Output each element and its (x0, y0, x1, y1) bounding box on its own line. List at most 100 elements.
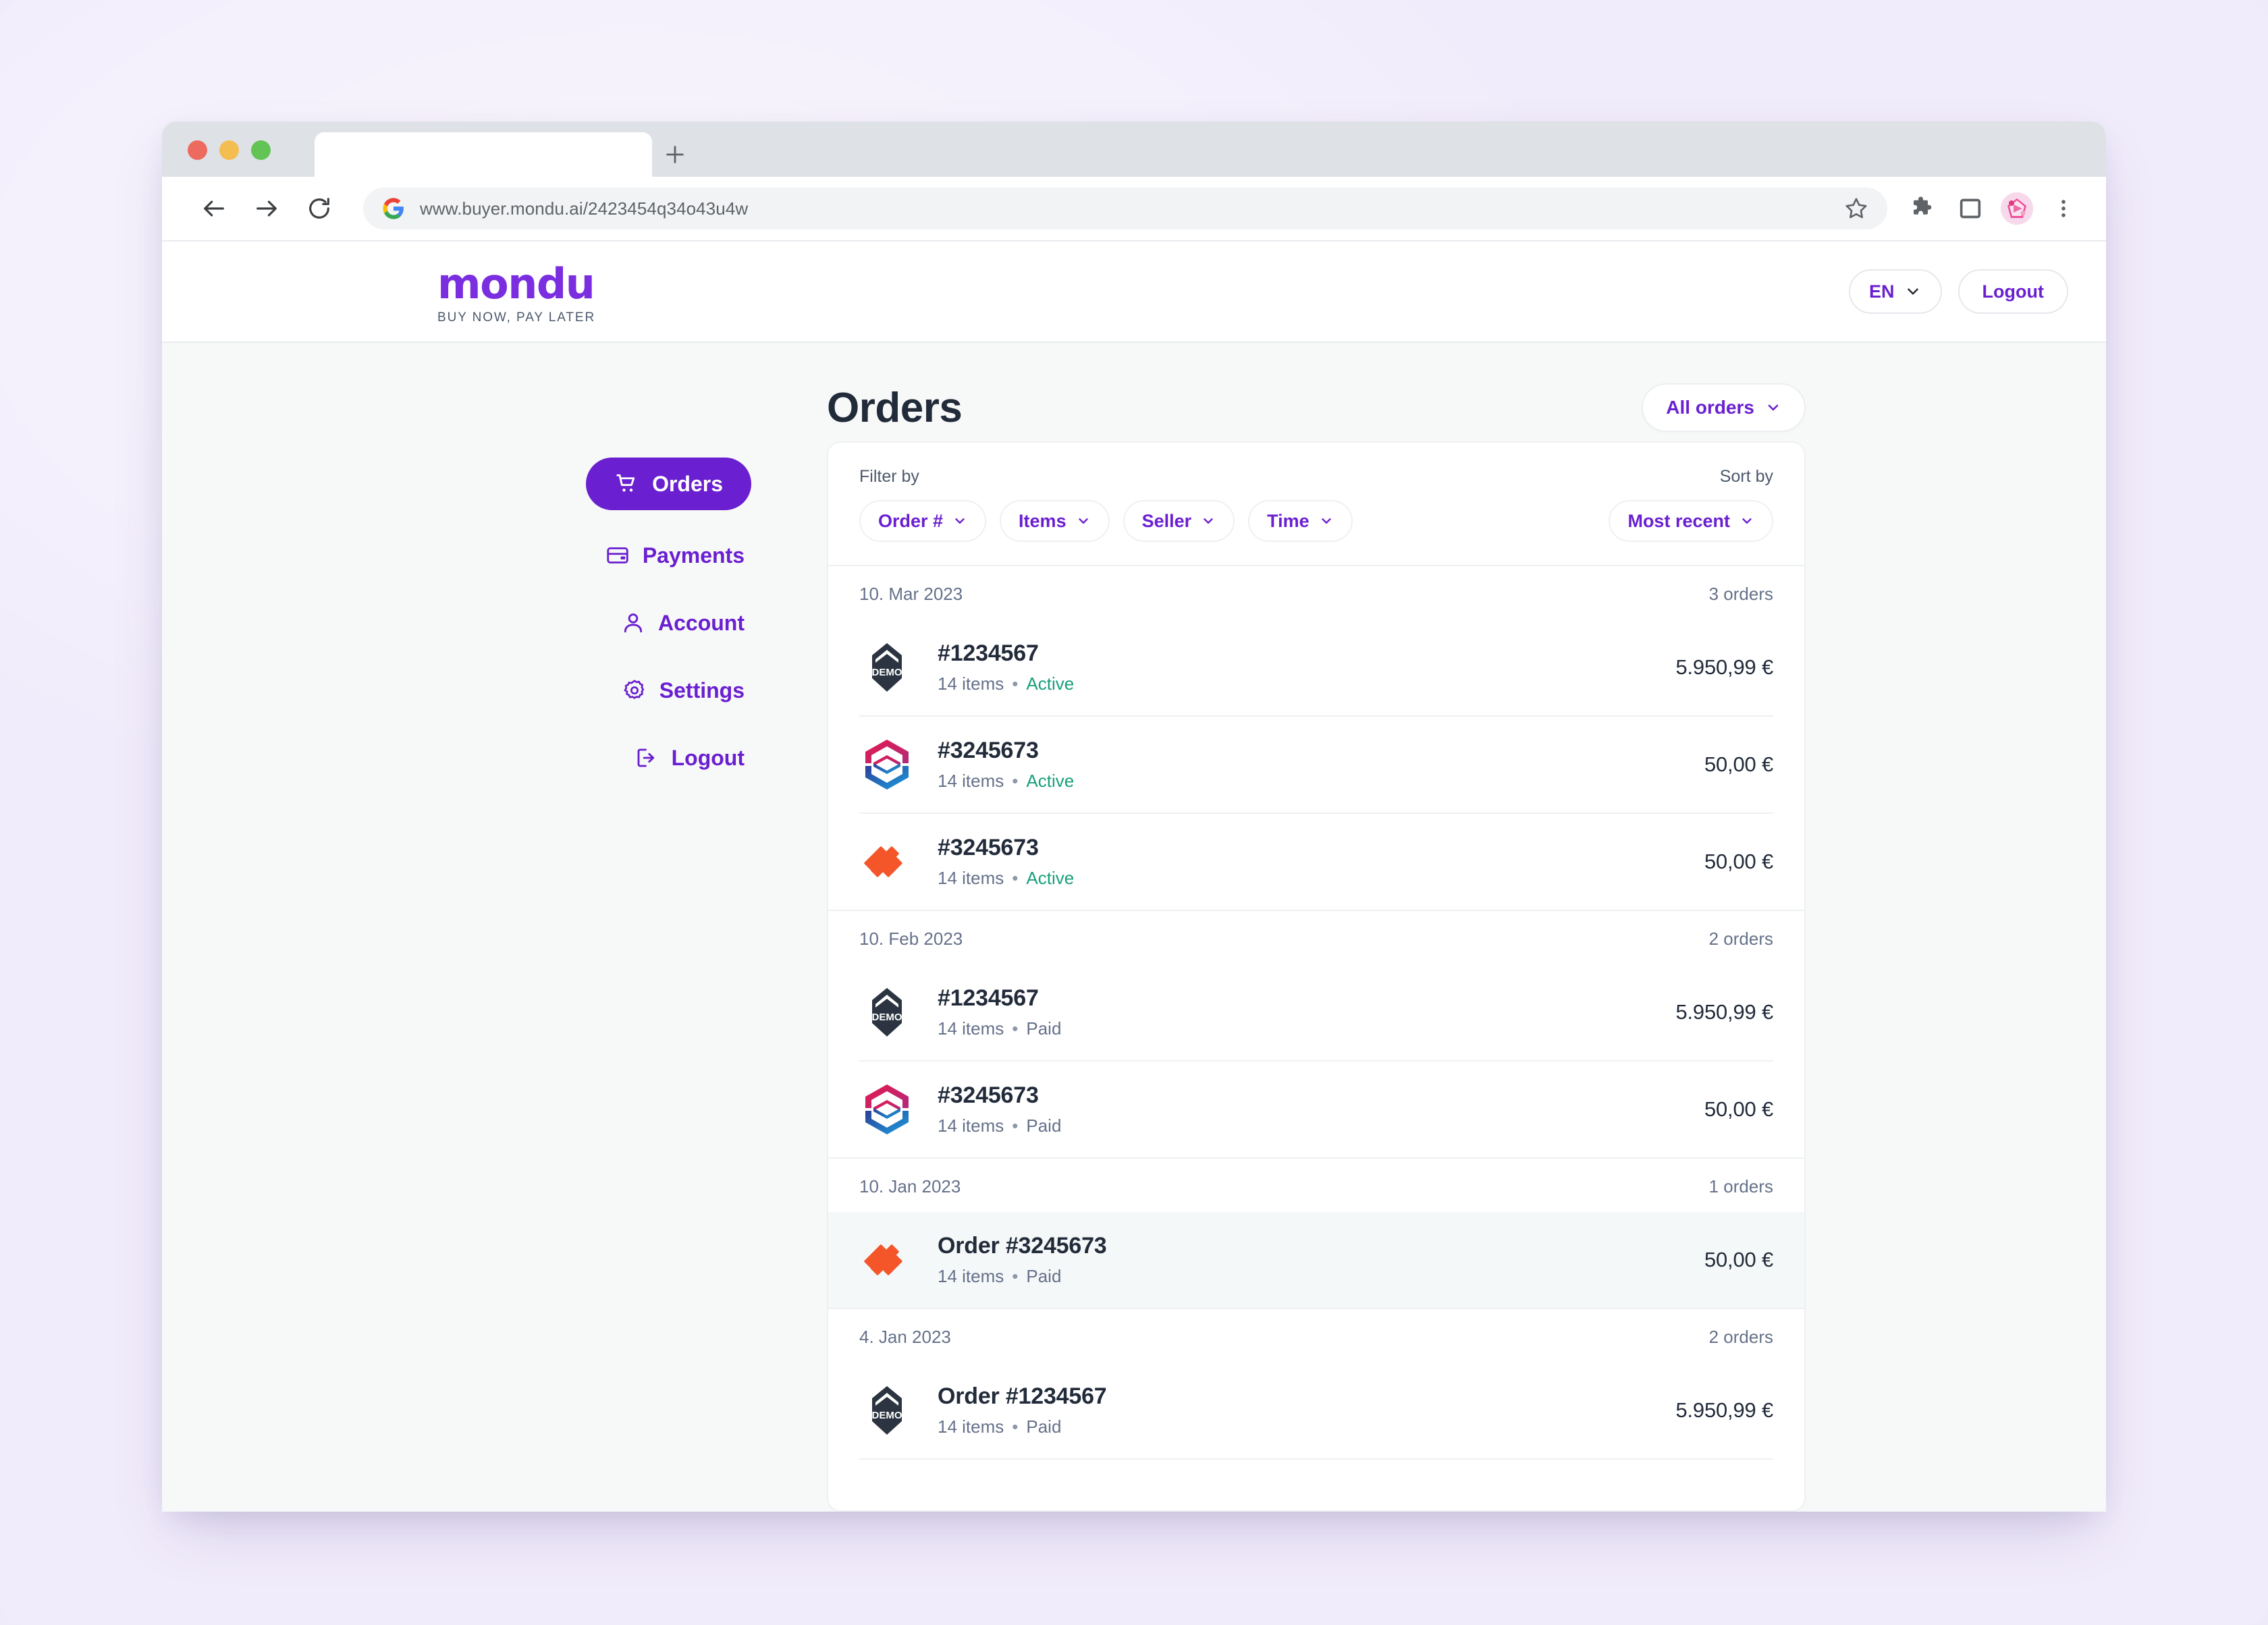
all-orders-filter-button[interactable]: All orders (1642, 383, 1806, 432)
new-tab-button[interactable] (652, 132, 698, 177)
status-badge: Paid (1026, 1416, 1062, 1437)
orange-slash-logo (859, 1232, 915, 1288)
order-main: #1234567 14 items • Active (938, 640, 1652, 694)
order-group: 10. Mar 2023 3 orders DEMO #1234567 14 i… (828, 566, 1804, 910)
order-amount: 5.950,99 € (1675, 1398, 1773, 1422)
order-id: #3245673 (938, 835, 1039, 860)
table-row[interactable]: DEMO Order #1234567 14 items • Paid 5.95… (828, 1362, 1804, 1458)
reload-icon (309, 198, 329, 219)
extensions-button[interactable] (1902, 188, 1944, 229)
order-group: 10. Feb 2023 2 orders DEMO #1234567 14 i… (828, 911, 1804, 1157)
forward-button[interactable] (244, 186, 289, 231)
group-date: 10. Feb 2023 (859, 929, 963, 949)
meta-separator-dot: • (1012, 1116, 1019, 1136)
order-group-header: 10. Feb 2023 2 orders (828, 911, 1804, 964)
group-count: 2 orders (1708, 929, 1773, 949)
svg-text:DEMO: DEMO (872, 1410, 902, 1421)
filter-chip-order-number[interactable]: Order # (859, 500, 987, 542)
back-button[interactable] (192, 186, 236, 231)
order-group: 4. Jan 2023 2 orders DEMO Order #1234567… (828, 1309, 1804, 1460)
order-amount: 50,00 € (1704, 752, 1773, 776)
order-items-count: 14 items (938, 673, 1004, 694)
sort-by-label: Sort by (1719, 467, 1773, 486)
address-bar[interactable]: www.buyer.mondu.ai/2423454q34o43u4w (363, 188, 1887, 229)
demo-shield-logo: DEMO (859, 640, 915, 695)
bookmark-button[interactable] (1837, 190, 1875, 227)
close-window-button[interactable] (188, 140, 207, 160)
language-selector[interactable]: EN (1849, 269, 1942, 314)
filter-chip-items[interactable]: Items (1000, 500, 1110, 542)
profile-avatar[interactable] (2001, 192, 2033, 225)
arrow-right-icon (256, 200, 277, 217)
sidebar-item-settings[interactable]: Settings (619, 668, 747, 713)
order-amount: 5.950,99 € (1675, 655, 1773, 679)
order-id: #1234567 (938, 640, 1039, 666)
filter-chip-label: Order # (878, 510, 944, 531)
sidebar-item-payments[interactable]: Payments (602, 533, 747, 578)
sidebar-item-account[interactable]: Account (618, 601, 747, 645)
table-row[interactable]: #3245673 14 items • Active 50,00 € (828, 717, 1804, 812)
side-panel-icon (1960, 198, 1981, 219)
order-items-count: 14 items (938, 1116, 1004, 1136)
table-row[interactable]: DEMO #1234567 14 items • Active 5.950,99… (828, 619, 1804, 715)
filter-chip-seller[interactable]: Seller (1123, 500, 1235, 542)
order-main: #3245673 14 items • Paid (938, 1082, 1681, 1136)
status-badge: Active (1026, 868, 1075, 888)
sidebar-item-logout[interactable]: Logout (631, 736, 747, 780)
order-items-count: 14 items (938, 1018, 1004, 1039)
maximize-window-button[interactable] (251, 140, 271, 160)
hex-chevron-logo (859, 737, 915, 792)
order-group: 10. Jan 2023 1 orders Order #3245673 14 … (828, 1159, 1804, 1308)
plus-icon (666, 146, 684, 163)
app-body: Orders All orders Orders Payments Accoun… (162, 343, 2106, 1512)
order-meta: 14 items • Paid (938, 1116, 1681, 1136)
sidebar-item-orders[interactable]: Orders (586, 458, 751, 510)
browser-tab-strip (162, 121, 2106, 177)
header-logout-button[interactable]: Logout (1958, 269, 2068, 314)
table-row[interactable]: #3245673 14 items • Active 50,00 € (828, 814, 1804, 910)
app-header: mondu BUY NOW, PAY LATER EN Logout (162, 242, 2106, 343)
sidebar-item-label: Payments (642, 543, 745, 568)
table-row[interactable]: DEMO #1234567 14 items • Paid 5.950,99 € (828, 964, 1804, 1060)
meta-separator-dot: • (1012, 1266, 1019, 1286)
order-id: #3245673 (938, 1082, 1039, 1108)
minimize-window-button[interactable] (219, 140, 239, 160)
logo-tagline: BUY NOW, PAY LATER (437, 310, 596, 325)
table-row[interactable]: Order #3245673 14 items • Paid 50,00 € (828, 1212, 1804, 1308)
order-id: Order #3245673 (938, 1233, 1107, 1259)
sort-by-select[interactable]: Most recent (1609, 500, 1773, 542)
mondu-logo[interactable]: mondu BUY NOW, PAY LATER (437, 263, 595, 325)
filter-chip-label: Seller (1141, 510, 1192, 531)
order-amount: 50,00 € (1704, 1248, 1773, 1271)
status-badge: Paid (1026, 1116, 1062, 1136)
browser-menu-button[interactable] (2043, 188, 2084, 229)
sidebar-item-label: Logout (671, 745, 745, 770)
meta-separator-dot: • (1012, 771, 1019, 791)
browser-tab[interactable] (315, 132, 652, 177)
url-text: www.buyer.mondu.ai/2423454q34o43u4w (420, 198, 749, 219)
table-row[interactable]: #3245673 14 items • Paid 50,00 € (828, 1062, 1804, 1157)
sidebar-item-label: Orders (652, 471, 723, 496)
meta-separator-dot: • (1012, 1018, 1019, 1039)
cart-icon (614, 471, 640, 497)
order-meta: 14 items • Paid (938, 1416, 1652, 1437)
filter-chip-time[interactable]: Time (1248, 500, 1353, 542)
reload-button[interactable] (297, 186, 342, 231)
chevron-down-icon (1204, 518, 1213, 524)
card-icon (605, 543, 630, 568)
order-amount: 50,00 € (1704, 1097, 1773, 1121)
order-id: #1234567 (938, 985, 1039, 1011)
star-icon (1845, 198, 1867, 219)
filter-head: Filter by Sort by (859, 467, 1773, 487)
group-date: 10. Jan 2023 (859, 1176, 961, 1196)
group-date: 4. Jan 2023 (859, 1327, 951, 1347)
gear-icon (622, 678, 647, 703)
order-main: Order #1234567 14 items • Paid (938, 1383, 1652, 1437)
order-main: #3245673 14 items • Active (938, 738, 1681, 792)
filter-chip-label: Time (1267, 510, 1310, 531)
demo-shield-logo: DEMO (859, 985, 915, 1040)
three-dots-icon (2061, 200, 2066, 217)
order-amount: 5.950,99 € (1675, 1000, 1773, 1024)
side-panel-button[interactable] (1949, 188, 1991, 229)
arrow-left-icon (204, 200, 224, 217)
